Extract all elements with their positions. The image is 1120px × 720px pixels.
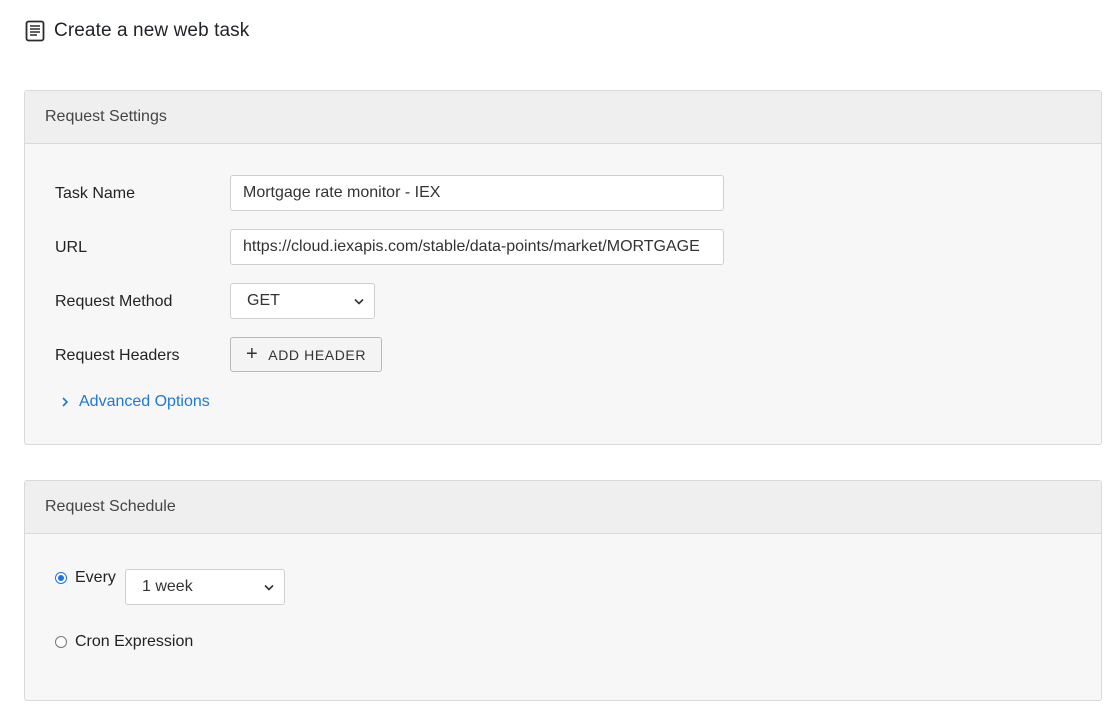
cron-label: Cron Expression — [75, 633, 194, 650]
advanced-options-label: Advanced Options — [79, 393, 210, 410]
task-name-input[interactable] — [230, 175, 724, 211]
request-headers-label: Request Headers — [55, 347, 180, 364]
every-interval-value: 1 week — [142, 578, 193, 595]
every-radio[interactable] — [55, 572, 67, 584]
task-name-label: Task Name — [55, 185, 136, 202]
request-method-select[interactable]: GET — [230, 283, 375, 319]
every-option[interactable]: Every — [55, 569, 116, 587]
cron-option[interactable]: Cron Expression — [55, 633, 193, 651]
request-schedule-header: Request Schedule — [25, 481, 1101, 534]
plus-icon: + — [246, 342, 259, 365]
page-header: Create a new web task — [25, 20, 249, 42]
request-method-value: GET — [247, 292, 280, 309]
chevron-right-icon — [62, 397, 69, 407]
url-input[interactable] — [230, 229, 724, 265]
chevron-down-icon — [354, 298, 364, 305]
every-label: Every — [75, 569, 116, 586]
request-settings-card: Request Settings Task Name URL Request M… — [24, 90, 1102, 445]
request-settings-header: Request Settings — [25, 91, 1101, 144]
url-label: URL — [55, 239, 88, 256]
page-title: Create a new web task — [54, 20, 250, 41]
add-header-label: ADD HEADER — [268, 346, 367, 363]
advanced-options-toggle[interactable]: Advanced Options — [61, 393, 210, 411]
chevron-down-icon — [264, 584, 274, 591]
request-schedule-card: Request Schedule Every 1 week Cron Expre… — [24, 480, 1102, 701]
page: Create a new web task Request Settings T… — [0, 0, 1120, 720]
every-interval-select[interactable]: 1 week — [125, 569, 285, 605]
document-icon — [25, 20, 45, 42]
request-method-label: Request Method — [55, 293, 173, 310]
add-header-button[interactable]: + ADD HEADER — [230, 337, 383, 372]
cron-radio[interactable] — [55, 636, 67, 648]
